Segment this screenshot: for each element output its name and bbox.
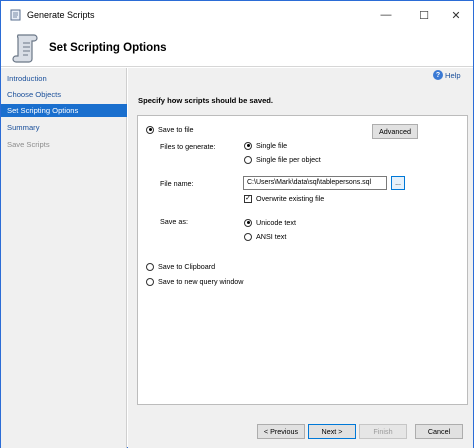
overwrite-existing-label: Overwrite existing file: [256, 194, 325, 203]
minimize-icon[interactable]: —: [369, 1, 403, 29]
maximize-icon[interactable]: ☐: [407, 1, 441, 29]
close-icon[interactable]: ✕: [439, 1, 473, 29]
script-scroll-icon: [12, 34, 38, 63]
file-name-label: File name:: [160, 179, 194, 188]
sidebar-item-set-scripting-options[interactable]: Set Scripting Options: [1, 104, 127, 117]
save-to-new-query-window-label: Save to new query window: [158, 277, 244, 286]
wizard-content: ? Help Specify how scripts should be sav…: [128, 68, 473, 448]
ansi-text-radio[interactable]: ANSI text: [244, 232, 286, 241]
single-file-per-object-radio[interactable]: Single file per object: [244, 155, 321, 164]
save-as-label: Save as:: [160, 217, 188, 226]
radio-indicator: [146, 125, 154, 134]
checkmark-icon: ✓: [244, 194, 252, 203]
help-icon: ?: [433, 70, 443, 80]
single-file-per-object-label: Single file per object: [256, 155, 321, 164]
sidebar-item-save-scripts: Save Scripts: [7, 140, 50, 149]
wizard-steps-sidebar: Introduction Choose Objects Set Scriptin…: [1, 68, 127, 448]
page-title: Set Scripting Options: [49, 42, 167, 54]
browse-button[interactable]: ...: [391, 176, 405, 190]
save-to-new-query-window-radio[interactable]: Save to new query window: [146, 277, 244, 286]
save-options-panel: Save to file Advanced Files to generate:…: [137, 115, 468, 405]
sidebar-item-introduction[interactable]: Introduction: [1, 72, 127, 85]
save-to-clipboard-label: Save to Clipboard: [158, 262, 216, 271]
radio-indicator: [146, 262, 154, 271]
title-bar[interactable]: Generate Scripts — ☐ ✕: [1, 1, 473, 29]
radio-indicator: [244, 218, 252, 227]
radio-indicator: [244, 141, 252, 150]
save-to-file-label: Save to file: [158, 125, 194, 134]
script-scroll-icon: [10, 9, 21, 21]
radio-indicator: [146, 277, 154, 286]
sidebar-item-choose-objects[interactable]: Choose Objects: [1, 88, 127, 101]
instruction-text: Specify how scripts should be saved.: [138, 96, 274, 105]
sidebar-item-summary[interactable]: Summary: [1, 121, 127, 134]
radio-indicator: [244, 155, 252, 164]
radio-indicator: [244, 232, 252, 241]
single-file-radio[interactable]: Single file: [244, 141, 287, 150]
finish-button: Finish: [359, 424, 407, 439]
wizard-header: Set Scripting Options: [1, 29, 473, 67]
unicode-text-label: Unicode text: [256, 218, 296, 227]
overwrite-existing-checkbox[interactable]: ✓ Overwrite existing file: [244, 194, 324, 203]
help-link[interactable]: ? Help: [433, 70, 461, 80]
save-to-file-radio[interactable]: Save to file: [146, 125, 194, 134]
save-to-clipboard-radio[interactable]: Save to Clipboard: [146, 262, 215, 271]
file-name-input[interactable]: C:\Users\Mark\data\sql\tablepersons.sql: [243, 176, 387, 190]
help-label: Help: [445, 70, 461, 80]
next-button[interactable]: Next >: [308, 424, 356, 439]
advanced-button[interactable]: Advanced: [372, 124, 418, 139]
previous-button[interactable]: < Previous: [257, 424, 305, 439]
unicode-text-radio[interactable]: Unicode text: [244, 218, 296, 227]
files-to-generate-label: Files to generate:: [160, 142, 216, 151]
single-file-label: Single file: [256, 141, 288, 150]
cancel-button[interactable]: Cancel: [415, 424, 463, 439]
ansi-text-label: ANSI text: [256, 232, 287, 241]
window-title: Generate Scripts: [27, 10, 95, 20]
generate-scripts-window: Generate Scripts — ☐ ✕ Set Scripting Opt…: [0, 0, 474, 448]
